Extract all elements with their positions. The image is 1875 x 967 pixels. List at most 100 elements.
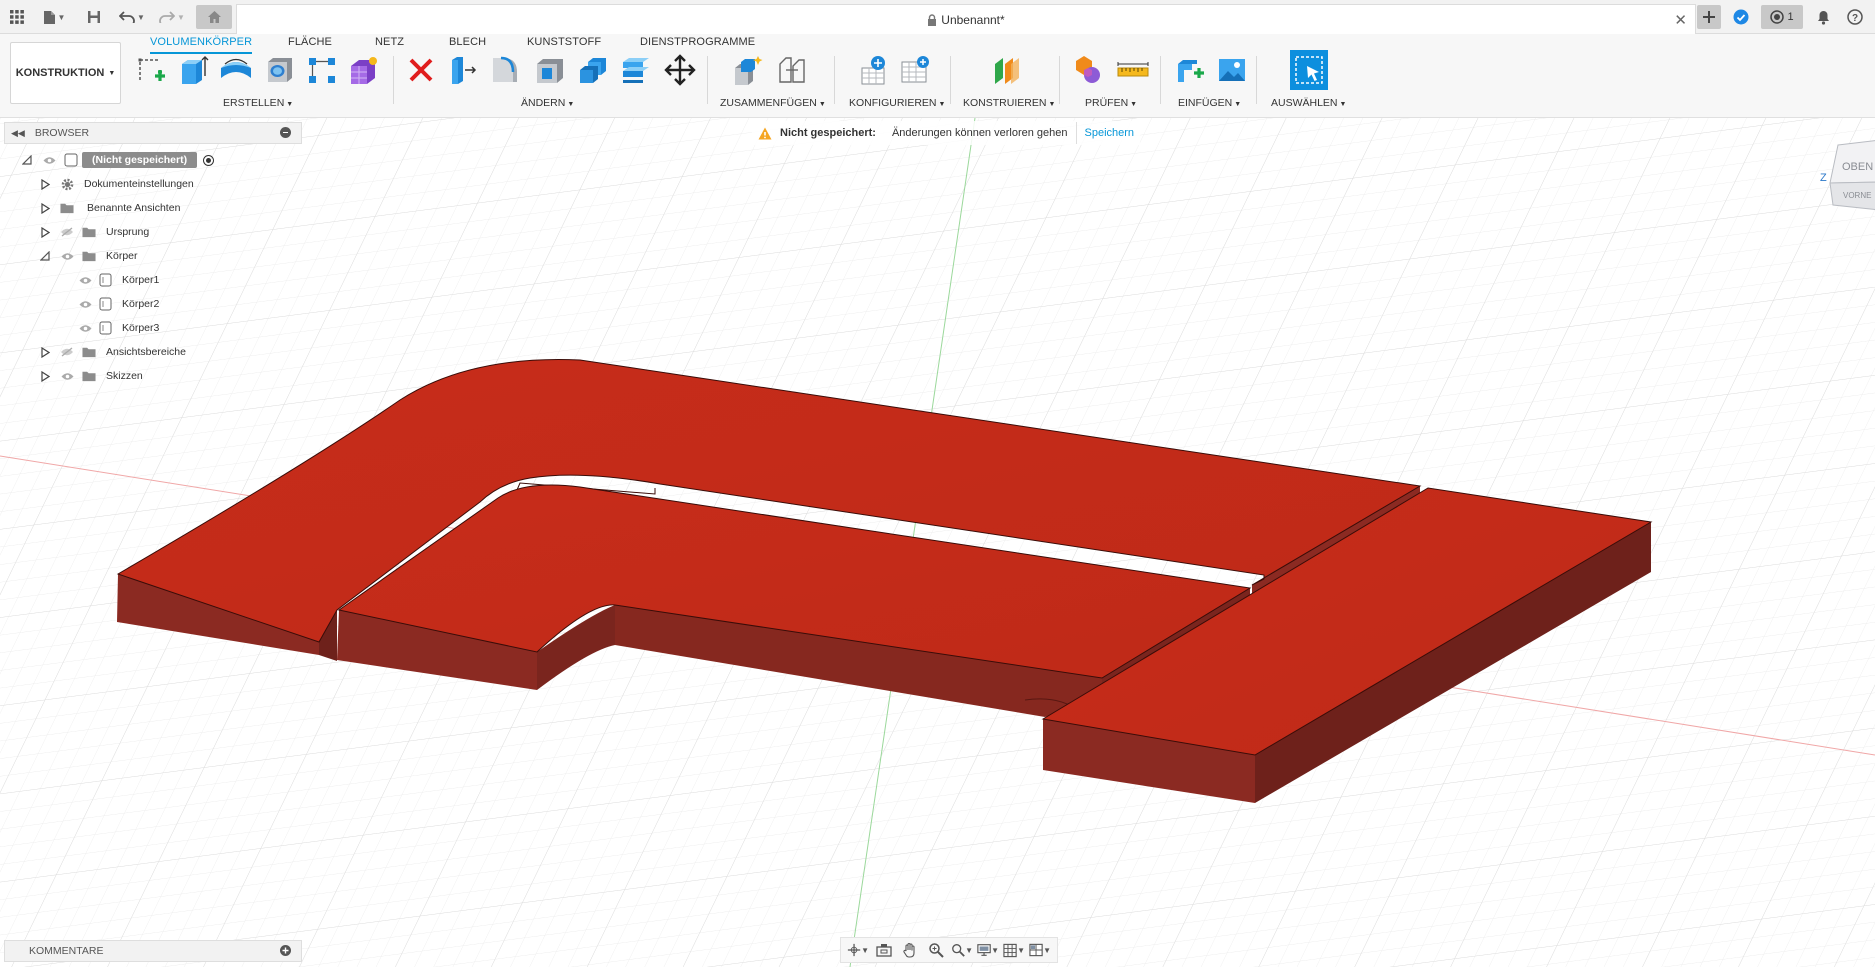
group-pruefen[interactable]: PRÜFEN ▼ [1085,97,1137,109]
collapsed-triangle-icon[interactable] [38,346,52,358]
interference-button[interactable] [1072,51,1108,89]
shell-button[interactable] [532,51,568,89]
chevron-down-icon: ▼ [108,69,116,77]
plus-icon [1703,11,1715,23]
fit-button[interactable]: ▼ [951,940,973,960]
tree-item-koerper1[interactable]: Körper1 [78,270,159,290]
file-menu-button[interactable]: ▼ [38,5,70,29]
tree-item-dokumenteinstellungen[interactable]: Dokumenteinstellungen [38,174,194,194]
group-auswaehlen[interactable]: AUSWÄHLEN ▼ [1271,97,1346,109]
workspace-selector[interactable]: KONSTRUKTION ▼ [10,42,121,104]
eye-hidden-icon[interactable] [60,227,74,237]
eye-icon[interactable] [42,156,56,165]
insert-canvas-button[interactable] [1214,51,1250,89]
press-pull-button[interactable] [445,51,481,89]
revolve-button[interactable] [218,51,254,89]
tree-item-ansichtsbereiche[interactable]: Ansichtsbereiche [38,342,186,362]
eye-icon[interactable] [78,300,92,309]
group-aendern[interactable]: ÄNDERN ▼ [521,97,574,109]
collapsed-triangle-icon[interactable] [38,370,52,382]
tree-item-koerper[interactable]: Körper [38,246,138,266]
minimize-browser-icon[interactable] [280,127,291,138]
notifications-button[interactable] [1811,5,1835,29]
measure-button[interactable] [1115,51,1151,89]
activate-radio-icon[interactable] [203,154,215,166]
eye-hidden-icon[interactable] [60,347,74,357]
new-tab-button[interactable] [1697,5,1721,29]
close-tab-icon[interactable]: ✕ [1674,11,1687,29]
tree-item-skizzen[interactable]: Skizzen [38,366,143,386]
look-at-button[interactable] [873,940,895,960]
add-comment-icon[interactable] [280,945,291,956]
undo-button[interactable]: ▼ [116,5,148,29]
delete-button[interactable] [403,51,439,89]
fillet-button[interactable] [488,51,524,89]
home-button[interactable] [196,5,232,29]
extrude-button[interactable] [176,51,212,89]
group-zusammenfuegen[interactable]: ZUSAMMENFÜGEN ▼ [720,97,826,109]
viewports-button[interactable]: ▼ [1029,940,1051,960]
tree-item-ursprung[interactable]: Ursprung [38,222,149,242]
group-einfuegen[interactable]: EINFÜGEN ▼ [1178,97,1241,109]
tree-root[interactable]: (Nicht gespeichert) [20,150,215,170]
select-button[interactable] [1290,50,1328,90]
configure-button[interactable] [856,51,892,89]
tree-item-benannte-ansichten[interactable]: Benannte Ansichten [38,198,180,218]
eye-icon[interactable] [78,324,92,333]
model-canvas[interactable]: OBEN VORNE Z [0,118,1875,967]
group-erstellen[interactable]: ERSTELLEN ▼ [223,97,293,109]
configuration-table-button[interactable] [897,51,933,89]
move-copy-button[interactable] [662,51,698,89]
eye-icon[interactable] [60,252,74,261]
apps-grid-icon[interactable] [6,5,28,29]
collapsed-triangle-icon[interactable] [38,226,52,238]
pan-button[interactable] [899,940,921,960]
zoom-button[interactable] [925,940,947,960]
browser-panel-header[interactable]: ◀◀ BROWSER [4,122,302,144]
image-icon [1219,59,1245,81]
group-konfigurieren[interactable]: KONFIGURIEREN ▼ [849,97,945,109]
help-button[interactable]: ? [1843,5,1867,29]
new-component-button[interactable] [730,51,766,89]
split-body-button[interactable] [618,51,654,89]
viewcube-top-label[interactable]: OBEN [1842,161,1873,173]
save-button[interactable] [84,5,104,29]
expanded-triangle-icon[interactable] [38,251,52,261]
root-label[interactable]: (Nicht gespeichert) [82,152,198,168]
clock-icon [1770,10,1785,24]
job-status-button[interactable]: 1 [1761,5,1803,29]
create-sketch-button[interactable] [134,51,170,89]
tree-item-label: Körper2 [122,298,160,310]
eye-icon[interactable] [60,372,74,381]
chevron-down-icon: ▼ [818,101,826,108]
collapse-panel-icon[interactable]: ◀◀ [11,128,25,139]
collapsed-triangle-icon[interactable] [38,202,52,214]
orbit-button[interactable]: ▼ [847,940,869,960]
combine-button[interactable] [575,51,611,89]
document-tab[interactable]: Unbenannt* ✕ [236,4,1696,34]
eye-icon[interactable] [78,276,92,285]
grid-settings-button[interactable]: ▼ [1003,940,1025,960]
extensions-button[interactable] [1729,5,1753,29]
tree-item-koerper3[interactable]: Körper3 [78,318,159,338]
viewcube-front-label[interactable]: VORNE [1843,191,1871,200]
insert-derive-button[interactable] [1172,51,1208,89]
expanded-triangle-icon[interactable] [20,155,34,165]
collapsed-triangle-icon[interactable] [38,178,52,190]
tree-item-koerper2[interactable]: Körper2 [78,294,159,314]
joint-button[interactable] [774,51,810,89]
group-konstruieren[interactable]: KONSTRUIEREN ▼ [963,97,1055,109]
chevron-down-icon: ▼ [567,101,575,108]
comments-panel-header[interactable]: KOMMENTARE [4,940,302,962]
chevron-down-icon: ▼ [861,945,869,955]
redo-button[interactable]: ▼ [156,5,188,29]
hole-button[interactable] [262,51,298,89]
job-count: 1 [1787,11,1794,23]
3d-viewport[interactable]: OBEN VORNE Z [0,118,1875,967]
tree-item-label: Ansichtsbereiche [106,346,186,358]
form-button[interactable] [346,51,382,89]
display-settings-button[interactable]: ▼ [977,940,999,960]
rectangular-pattern-button[interactable] [304,51,340,89]
save-link[interactable]: Speichern [1085,127,1135,139]
offset-plane-button[interactable] [989,51,1025,89]
